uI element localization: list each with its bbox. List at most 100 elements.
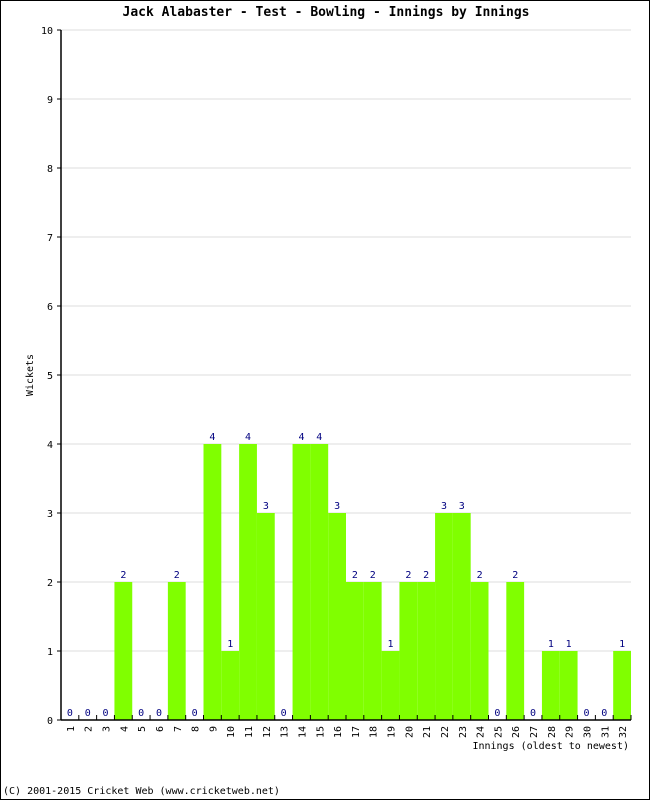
x-tick-label: 2: [84, 726, 95, 732]
data-label: 0: [192, 708, 198, 719]
bar: [435, 513, 453, 720]
data-label: 0: [281, 708, 287, 719]
data-label: 0: [85, 708, 91, 719]
chart-frame: Jack Alabaster - Test - Bowling - Inning…: [0, 0, 650, 800]
bar: [346, 582, 364, 720]
bar: [114, 582, 133, 720]
bar: [506, 582, 525, 720]
bar: [452, 513, 471, 720]
y-tick-label: 3: [47, 509, 53, 520]
bar: [292, 444, 311, 720]
bar: [239, 444, 257, 720]
x-tick-label: 7: [173, 726, 184, 732]
y-tick-label: 7: [47, 233, 53, 244]
data-label: 2: [423, 570, 429, 581]
data-label: 3: [441, 501, 447, 512]
data-label: 1: [566, 639, 572, 650]
x-tick-label: 17: [351, 726, 362, 738]
x-tick-label: 4: [119, 726, 130, 732]
x-tick-label: 12: [262, 726, 273, 738]
data-label: 1: [227, 639, 233, 650]
data-label: 0: [601, 708, 607, 719]
y-tick-label: 8: [47, 164, 53, 175]
data-label: 2: [120, 570, 126, 581]
x-tick-label: 16: [333, 726, 344, 738]
x-tick-label: 5: [137, 726, 148, 732]
copyright-footer: (C) 2001-2015 Cricket Web (www.cricketwe…: [3, 786, 280, 797]
y-tick-label: 6: [47, 302, 53, 313]
y-tick-label: 0: [47, 716, 53, 727]
x-tick-label: 25: [493, 726, 504, 738]
data-label: 0: [530, 708, 536, 719]
bar: [470, 582, 489, 720]
x-tick-label: 11: [244, 726, 255, 738]
y-tick-label: 9: [47, 95, 53, 106]
x-tick-label: 13: [280, 726, 291, 738]
data-label: 1: [548, 639, 554, 650]
data-label: 3: [334, 501, 340, 512]
bar-chart: 0 0 020 020414304 432 212 23 320201 10 01 0123456…: [25, 26, 632, 752]
data-label: 2: [174, 570, 180, 581]
bar: [310, 444, 329, 720]
bar: [256, 513, 275, 720]
bar: [417, 582, 436, 720]
data-label: 2: [370, 570, 376, 581]
y-tick-label: 2: [47, 578, 53, 589]
y-tick-label: 1: [47, 647, 53, 658]
x-tick-label: 31: [600, 726, 611, 738]
data-label: 3: [459, 501, 465, 512]
y-tick-label: 4: [47, 440, 53, 451]
x-tick-label: 32: [618, 726, 629, 738]
x-tick-label: 27: [529, 726, 540, 738]
bar: [399, 582, 418, 720]
data-label: 3: [263, 501, 269, 512]
x-tick-label: 30: [582, 726, 593, 738]
y-tick-label: 10: [41, 26, 53, 37]
data-label: 2: [477, 570, 483, 581]
y-axis-label: Wickets: [25, 354, 36, 396]
data-label: 0: [103, 708, 109, 719]
x-axis-label: Innings (oldest to newest): [472, 741, 629, 752]
data-label: 4: [209, 432, 215, 443]
x-tick-label: 18: [369, 726, 380, 738]
x-tick-labels: 1 2 3 4 5 6 7 8 9 10 11 12 13 14 15 16 17 18 19 20 21 22 23 24 2…: [66, 726, 629, 738]
data-label: 0: [156, 708, 162, 719]
data-label: 1: [619, 639, 625, 650]
x-tick-label: 6: [155, 726, 166, 732]
x-tick-label: 23: [458, 726, 469, 738]
x-tick-label: 10: [226, 726, 237, 738]
x-tick-label: 28: [547, 726, 558, 738]
data-label: 4: [298, 432, 304, 443]
data-label: 2: [512, 570, 518, 581]
bar: [381, 651, 400, 720]
bar: [613, 651, 631, 720]
data-label: 0: [138, 708, 144, 719]
x-tick-label: 24: [476, 726, 487, 738]
x-tick-label: 15: [315, 726, 326, 738]
bar: [541, 651, 560, 720]
x-tick-label: 3: [102, 726, 113, 732]
x-tick-label: 20: [404, 726, 415, 738]
bar: [559, 651, 578, 720]
y-tick-labels: 0 1 2 3 4 5 6 7 8 9 10: [41, 26, 53, 727]
x-tick-label: 1: [66, 726, 77, 732]
data-label: 0: [67, 708, 73, 719]
data-label: 0: [583, 708, 589, 719]
bar: [167, 582, 186, 720]
bar: [221, 651, 240, 720]
y-tick-label: 5: [47, 371, 53, 382]
x-tick-label: 21: [422, 726, 433, 738]
bar: [328, 513, 346, 720]
data-label: 1: [388, 639, 394, 650]
x-tick-label: 26: [511, 726, 522, 738]
data-label: 4: [316, 432, 322, 443]
bar: [363, 582, 382, 720]
x-tick-label: 8: [191, 726, 202, 732]
x-tick-label: 9: [208, 726, 219, 732]
x-tick-label: 14: [297, 726, 308, 738]
data-label: 2: [352, 570, 358, 581]
x-tick-label: 19: [387, 726, 398, 738]
bar: [203, 444, 222, 720]
x-tick-label: 22: [440, 726, 451, 738]
data-label: 4: [245, 432, 251, 443]
